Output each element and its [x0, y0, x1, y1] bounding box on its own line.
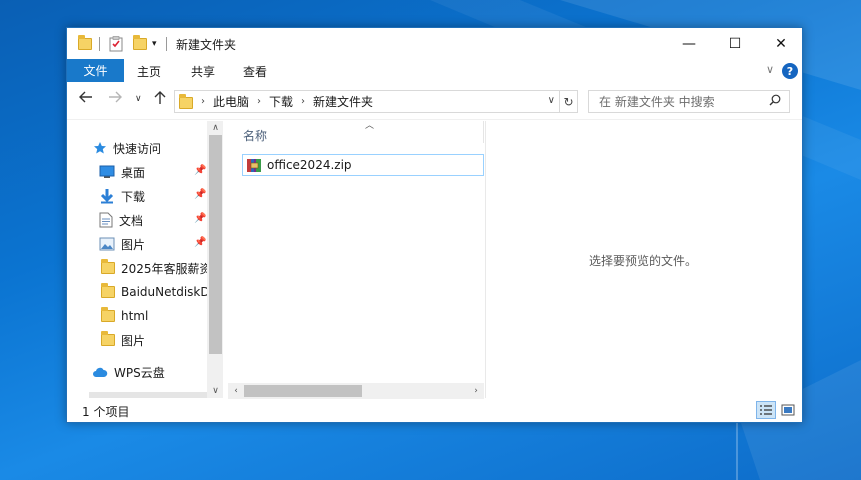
nav-label: WPS云盘	[114, 365, 165, 380]
nav-item-wps-cloud[interactable]: WPS云盘	[92, 361, 223, 383]
nav-label: 图片	[121, 333, 146, 348]
qa-separator	[99, 35, 100, 53]
maximize-button[interactable]: ☐	[712, 28, 758, 59]
search-placeholder: 在 新建文件夹 中搜索	[599, 95, 715, 109]
nav-item-folder[interactable]: 2025年客服薪资	[101, 257, 223, 279]
status-bar: 1 个项目	[67, 398, 802, 423]
forward-arrow-icon[interactable]	[108, 91, 122, 107]
window-title: 新建文件夹	[176, 38, 237, 52]
file-list-pane[interactable]: ︿ 名称 office2024.zip ‹ ›	[228, 121, 484, 399]
nav-item-folder[interactable]: 图片	[101, 329, 223, 351]
close-button[interactable]: ✕	[758, 28, 804, 59]
recent-locations-icon[interactable]: ∨	[135, 94, 142, 104]
up-arrow-icon[interactable]	[154, 91, 166, 109]
pin-icon[interactable]: 📌	[194, 237, 206, 248]
tab-home[interactable]: 主页	[137, 63, 161, 80]
chevron-right-icon[interactable]: ›	[257, 96, 261, 107]
breadcrumb-new-folder[interactable]: 新建文件夹	[313, 93, 373, 110]
folder-icon	[101, 259, 115, 274]
tab-share[interactable]: 共享	[191, 63, 215, 80]
scroll-up-icon[interactable]: ∧	[207, 121, 223, 135]
minimize-button[interactable]: —	[666, 28, 712, 59]
document-icon	[99, 212, 113, 228]
search-input[interactable]: 在 新建文件夹 中搜索	[588, 90, 790, 113]
folder-icon	[101, 283, 115, 298]
nav-label: 文档	[119, 213, 144, 228]
item-count: 1 个项目	[82, 405, 130, 419]
address-bar[interactable]: › 此电脑 › 下载 › 新建文件夹 ∨	[174, 90, 560, 113]
new-folder-icon[interactable]	[133, 35, 147, 53]
preview-pane-message: 选择要预览的文件。	[589, 254, 698, 268]
search-icon[interactable]	[769, 94, 781, 109]
nav-label: 图片	[121, 237, 146, 252]
chevron-right-icon: ›	[201, 96, 205, 107]
scroll-down-icon[interactable]: ∨	[207, 384, 223, 398]
cloud-icon	[93, 367, 108, 377]
details-view-icon[interactable]	[756, 401, 776, 419]
download-icon	[100, 189, 114, 204]
back-arrow-icon[interactable]	[79, 91, 93, 107]
pin-icon[interactable]: 📌	[194, 213, 206, 224]
large-icons-view-icon[interactable]	[778, 401, 798, 419]
tab-file[interactable]: 文件	[67, 59, 124, 82]
title-bar: ▾ 新建文件夹 — ☐ ✕	[67, 28, 802, 59]
nav-label: 快速访问	[113, 141, 162, 156]
title-separator	[166, 35, 167, 53]
customize-quick-access-icon[interactable]: ▾	[152, 35, 157, 53]
tab-view[interactable]: 查看	[243, 63, 267, 80]
nav-label: 下载	[121, 189, 146, 204]
address-row: ∨ › 此电脑 › 下载 › 新建文件夹 ∨ ↻ 在 新建文件夹 中搜索	[67, 82, 802, 120]
nav-item-folder[interactable]: html	[101, 305, 223, 327]
file-explorer-window: ▾ 新建文件夹 — ☐ ✕ 文件 主页 共享 查看 ∨ ? ∨ › 此电脑 › …	[66, 27, 803, 423]
column-divider[interactable]	[483, 121, 484, 143]
nav-item-folder[interactable]: BaiduNetdiskD	[101, 281, 223, 303]
properties-icon[interactable]	[109, 35, 123, 53]
picture-icon	[99, 237, 115, 251]
nav-label: 桌面	[121, 165, 146, 180]
chevron-right-icon[interactable]: ›	[301, 96, 305, 107]
nav-label: 2025年客服薪资	[121, 261, 212, 276]
folder-icon	[101, 331, 115, 346]
scroll-left-icon[interactable]: ‹	[228, 383, 244, 399]
pin-icon[interactable]: 📌	[194, 189, 206, 200]
content-scroll-thumb[interactable]	[244, 385, 362, 397]
help-icon[interactable]: ?	[782, 63, 798, 79]
zip-archive-icon	[247, 159, 261, 172]
scroll-right-icon[interactable]: ›	[468, 383, 484, 399]
navigation-pane[interactable]: 快速访问 桌面 📌 下载 📌 文档 📌 图片 📌 2025年客服薪资 Baidu…	[67, 121, 223, 398]
content-horizontal-scrollbar[interactable]: ‹ ›	[228, 383, 484, 399]
breadcrumb-downloads[interactable]: 下载	[269, 93, 293, 110]
preview-divider[interactable]	[485, 121, 486, 398]
nav-scrollbar[interactable]: ∧ ∨	[207, 121, 223, 398]
folder-icon	[101, 307, 115, 322]
desktop-icon	[99, 165, 115, 178]
address-dropdown-icon[interactable]: ∨	[548, 95, 555, 106]
pin-icon[interactable]: 📌	[194, 165, 206, 176]
sort-ascending-icon: ︿	[365, 121, 375, 131]
folder-icon	[179, 93, 193, 109]
column-header-name[interactable]: 名称	[243, 127, 267, 144]
folder-icon	[78, 35, 92, 53]
ribbon-tabs: 文件 主页 共享 查看 ∨ ?	[67, 59, 802, 82]
star-icon	[94, 142, 106, 154]
nav-scroll-thumb[interactable]	[209, 135, 222, 354]
expand-ribbon-icon[interactable]: ∨	[766, 63, 774, 76]
nav-label: html	[121, 309, 149, 323]
file-name: office2024.zip	[267, 158, 352, 172]
nav-item-quick-access[interactable]: 快速访问	[93, 137, 223, 159]
breadcrumb-this-pc[interactable]: 此电脑	[213, 93, 249, 110]
refresh-icon[interactable]: ↻	[560, 90, 578, 113]
file-item[interactable]: office2024.zip	[242, 154, 484, 176]
nav-label: BaiduNetdiskD	[121, 285, 210, 299]
